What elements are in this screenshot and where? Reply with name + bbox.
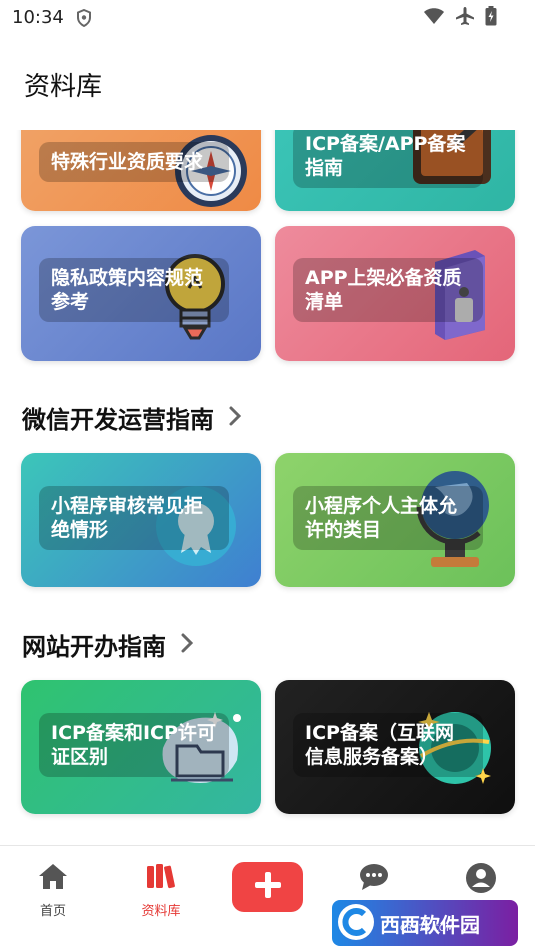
battery-icon — [485, 6, 497, 30]
status-icons — [423, 6, 497, 30]
add-button[interactable] — [232, 862, 303, 912]
nav-label: 资料库 — [141, 904, 181, 919]
library-icon — [145, 862, 177, 894]
airplane-icon — [455, 6, 475, 30]
nav-home[interactable]: 首页 — [18, 862, 88, 919]
card-label: APP上架必备资质清单 — [305, 267, 462, 313]
chevron-right-icon — [180, 632, 194, 658]
home-icon — [37, 862, 69, 894]
card-app-listing[interactable]: APP上架必备资质清单 — [275, 226, 515, 361]
card-label-box: ICP备案/APP备案指南 — [293, 130, 483, 188]
card-icp-vs-license[interactable]: ICP备案和ICP许可证区别 — [21, 680, 261, 814]
card-mini-program-categories[interactable]: 小程序个人主体允许的类目 — [275, 453, 515, 587]
chat-icon — [358, 862, 390, 896]
watermark-logo-icon — [336, 902, 376, 946]
card-label: 小程序个人主体允许的类目 — [305, 495, 458, 541]
content-scroll[interactable]: 特殊行业资质要求 ICP备案/APP备案指南 隐私政策内容规范参考 APP上架必… — [0, 130, 535, 845]
shield-icon — [76, 8, 92, 31]
section-title: 微信开发运营指南 — [22, 406, 214, 434]
watermark-sub: CR173.COM — [400, 924, 454, 934]
plus-icon — [253, 870, 283, 904]
card-icp-internet-info[interactable]: ICP备案（互联网信息服务备案） — [275, 680, 515, 814]
card-label-box: 小程序个人主体允许的类目 — [293, 486, 483, 550]
status-time: 10:34 — [12, 7, 64, 28]
card-label: ICP备案和ICP许可证区别 — [51, 722, 216, 768]
card-label-box: 隐私政策内容规范参考 — [39, 258, 229, 322]
card-special-industry[interactable]: 特殊行业资质要求 — [21, 130, 261, 211]
card-label-box: ICP备案和ICP许可证区别 — [39, 713, 229, 777]
profile-icon — [465, 862, 497, 898]
nav-library[interactable]: 资料库 — [126, 862, 196, 919]
page-title: 资料库 — [24, 72, 103, 102]
card-label: 特殊行业资质要求 — [51, 151, 204, 173]
status-bar: 10:34 — [0, 0, 535, 36]
card-mini-program-rejection[interactable]: 小程序审核常见拒绝情形 — [21, 453, 261, 587]
nav-profile[interactable] — [446, 862, 516, 898]
nav-messages[interactable] — [339, 862, 409, 896]
card-label-box: ICP备案（互联网信息服务备案） — [293, 713, 483, 777]
chevron-right-icon — [228, 405, 242, 431]
card-privacy-policy[interactable]: 隐私政策内容规范参考 — [21, 226, 261, 361]
card-label: 小程序审核常见拒绝情形 — [51, 495, 204, 541]
card-label-box: APP上架必备资质清单 — [293, 258, 483, 322]
card-label: ICP备案/APP备案指南 — [305, 133, 466, 179]
nav-label: 首页 — [39, 904, 66, 919]
section-title: 网站开办指南 — [22, 633, 166, 661]
card-label: 隐私政策内容规范参考 — [51, 267, 204, 313]
card-label: ICP备案（互联网信息服务备案） — [305, 722, 454, 768]
card-label-box: 小程序审核常见拒绝情形 — [39, 486, 229, 550]
card-icp-app-guide[interactable]: ICP备案/APP备案指南 — [275, 130, 515, 211]
card-label-box: 特殊行业资质要求 — [39, 142, 229, 182]
section-wechat-header[interactable]: 微信开发运营指南 — [22, 400, 242, 435]
section-website-header[interactable]: 网站开办指南 — [22, 627, 194, 662]
wifi-icon — [423, 7, 445, 29]
